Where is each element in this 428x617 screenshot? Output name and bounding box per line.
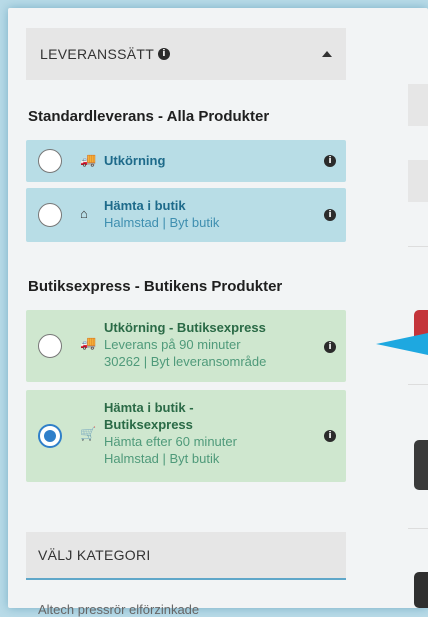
category-section-header[interactable]: VÄLJ KATEGORI — [26, 532, 346, 580]
option-name: Utkörning — [104, 153, 166, 168]
caret-up-icon[interactable] — [322, 51, 332, 57]
category-item[interactable]: Altech pressrör elförzinkade — [38, 602, 199, 617]
pickup-time: Hämta efter 60 minuter — [104, 434, 237, 449]
standard-group-title: Standardleverans - Alla Produkter — [28, 108, 270, 125]
store-info[interactable]: Halmstad | Byt butik — [104, 450, 237, 467]
option-name: Hämta i butik — [104, 198, 186, 213]
home-icon: ⌂ — [80, 206, 88, 221]
info-icon[interactable]: i — [158, 48, 171, 60]
express-group-title: Butiksexpress - Butikens Produkter — [28, 278, 283, 295]
category-header-label: VÄLJ KATEGORI — [38, 547, 151, 563]
product-column-edge — [408, 0, 428, 608]
divider — [408, 528, 428, 529]
info-icon[interactable]: i — [324, 430, 336, 442]
option-standard-delivery[interactable]: 🚚 Utkörning i — [26, 140, 346, 182]
radio-standard-delivery[interactable] — [38, 149, 62, 173]
delivery-header-label: LEVERANSSÄTT — [40, 46, 155, 62]
radio-standard-pickup[interactable] — [38, 203, 62, 227]
divider — [408, 384, 428, 385]
info-icon[interactable]: i — [324, 209, 336, 221]
filter-panel: LEVERANSSÄTT i Standardleverans - Alla P… — [26, 28, 346, 617]
delivery-time: Leverans på 90 minuter — [104, 337, 241, 352]
filter-box[interactable] — [408, 160, 428, 202]
delivery-area[interactable]: 30262 | Byt leveransområde — [104, 353, 266, 370]
store-info[interactable]: Halmstad | Byt butik — [104, 214, 219, 231]
cart-icon: 🛒 — [80, 426, 97, 441]
truck-icon: 🚚 — [80, 152, 97, 167]
option-name-line2: Butiksexpress — [104, 417, 193, 432]
fast-truck-icon: 🚚 — [80, 335, 97, 350]
product-thumbnail[interactable] — [414, 572, 428, 608]
option-name: Utkörning - Butiksexpress — [104, 320, 266, 335]
option-standard-pickup[interactable]: ⌂ Hämta i butik Halmstad | Byt butik i — [26, 188, 346, 242]
sort-box[interactable] — [408, 84, 428, 126]
radio-express-delivery[interactable] — [38, 334, 62, 358]
page-frame — [8, 8, 428, 608]
option-express-delivery[interactable]: 🚚 Utkörning - Butiksexpress Leverans på … — [26, 310, 346, 382]
pointer-arrow-icon — [376, 333, 428, 355]
info-icon[interactable]: i — [324, 341, 336, 353]
option-name-line1: Hämta i butik - — [104, 400, 194, 415]
divider — [408, 246, 428, 247]
radio-express-pickup[interactable] — [38, 424, 62, 448]
product-thumbnail[interactable] — [414, 440, 428, 490]
delivery-section-header[interactable]: LEVERANSSÄTT i — [26, 28, 346, 80]
option-express-pickup[interactable]: 🛒 Hämta i butik - Butiksexpress Hämta ef… — [26, 390, 346, 482]
info-icon[interactable]: i — [324, 155, 336, 167]
